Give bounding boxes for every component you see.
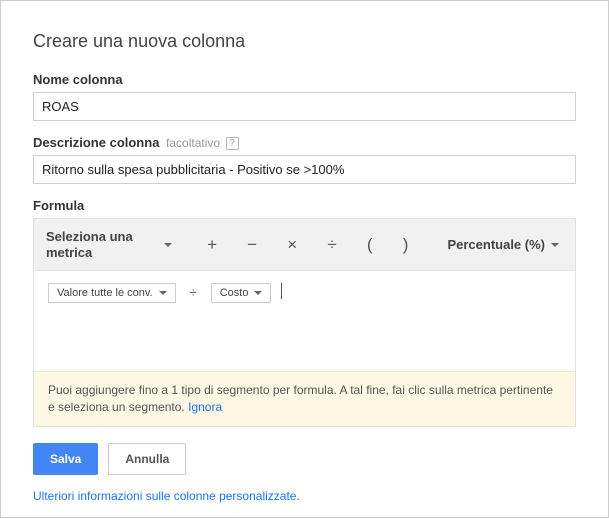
description-field-group: Descrizione colonna facoltativo ? [33,135,576,184]
op-times-button[interactable]: × [277,225,307,265]
operator-group: + − × ÷ ( ) [184,225,431,265]
hint-dismiss-link[interactable]: Ignora [188,400,222,414]
metric-chip-label: Valore tutte le conv. [57,287,153,299]
help-icon[interactable]: ? [226,137,239,150]
formula-label: Formula [33,198,576,213]
chevron-down-icon [159,291,167,295]
metric-selector-dropdown[interactable]: Seleziona una metrica [34,219,184,270]
dialog-actions: Salva Annulla [33,443,576,475]
op-minus-button[interactable]: − [237,225,267,265]
save-button[interactable]: Salva [33,443,98,475]
op-divide-button[interactable]: ÷ [317,225,346,265]
format-dropdown[interactable]: Percentuale (%) [431,227,575,262]
chevron-down-icon [551,243,559,247]
cancel-button[interactable]: Annulla [108,443,186,475]
description-label: Descrizione colonna facoltativo ? [33,135,576,150]
metric-chip[interactable]: Valore tutte le conv. [48,283,176,303]
create-column-dialog: Creare una nuova colonna Nome colonna De… [0,0,609,518]
description-input[interactable] [33,155,576,184]
op-rparen-button[interactable]: ) [393,225,419,265]
more-info-link[interactable]: Ulteriori informazioni sulle colonne per… [33,489,300,503]
name-field-group: Nome colonna [33,72,576,121]
metric-selector-label: Seleziona una metrica [46,229,164,260]
formula-box: Seleziona una metrica + − × ÷ ( ) Percen… [33,218,576,427]
metric-chip-label: Costo [220,287,249,299]
metric-chip[interactable]: Costo [211,283,272,303]
formula-operator: ÷ [186,283,201,302]
description-optional: facoltativo [166,136,220,150]
text-cursor [281,283,282,299]
formula-editor[interactable]: Valore tutte le conv. ÷ Costo [34,271,575,371]
name-input[interactable] [33,92,576,121]
formula-toolbar: Seleziona una metrica + − × ÷ ( ) Percen… [34,219,575,271]
chevron-down-icon [254,291,262,295]
name-label: Nome colonna [33,72,576,87]
format-label: Percentuale (%) [447,237,545,252]
chevron-down-icon [164,243,172,247]
description-label-text: Descrizione colonna [33,135,159,150]
op-lparen-button[interactable]: ( [357,225,383,265]
dialog-title: Creare una nuova colonna [33,31,576,52]
formula-field-group: Formula Seleziona una metrica + − × ÷ ( … [33,198,576,427]
hint-bar: Puoi aggiungere fino a 1 tipo di segment… [34,371,575,426]
hint-text: Puoi aggiungere fino a 1 tipo di segment… [48,383,553,414]
op-plus-button[interactable]: + [197,225,227,265]
